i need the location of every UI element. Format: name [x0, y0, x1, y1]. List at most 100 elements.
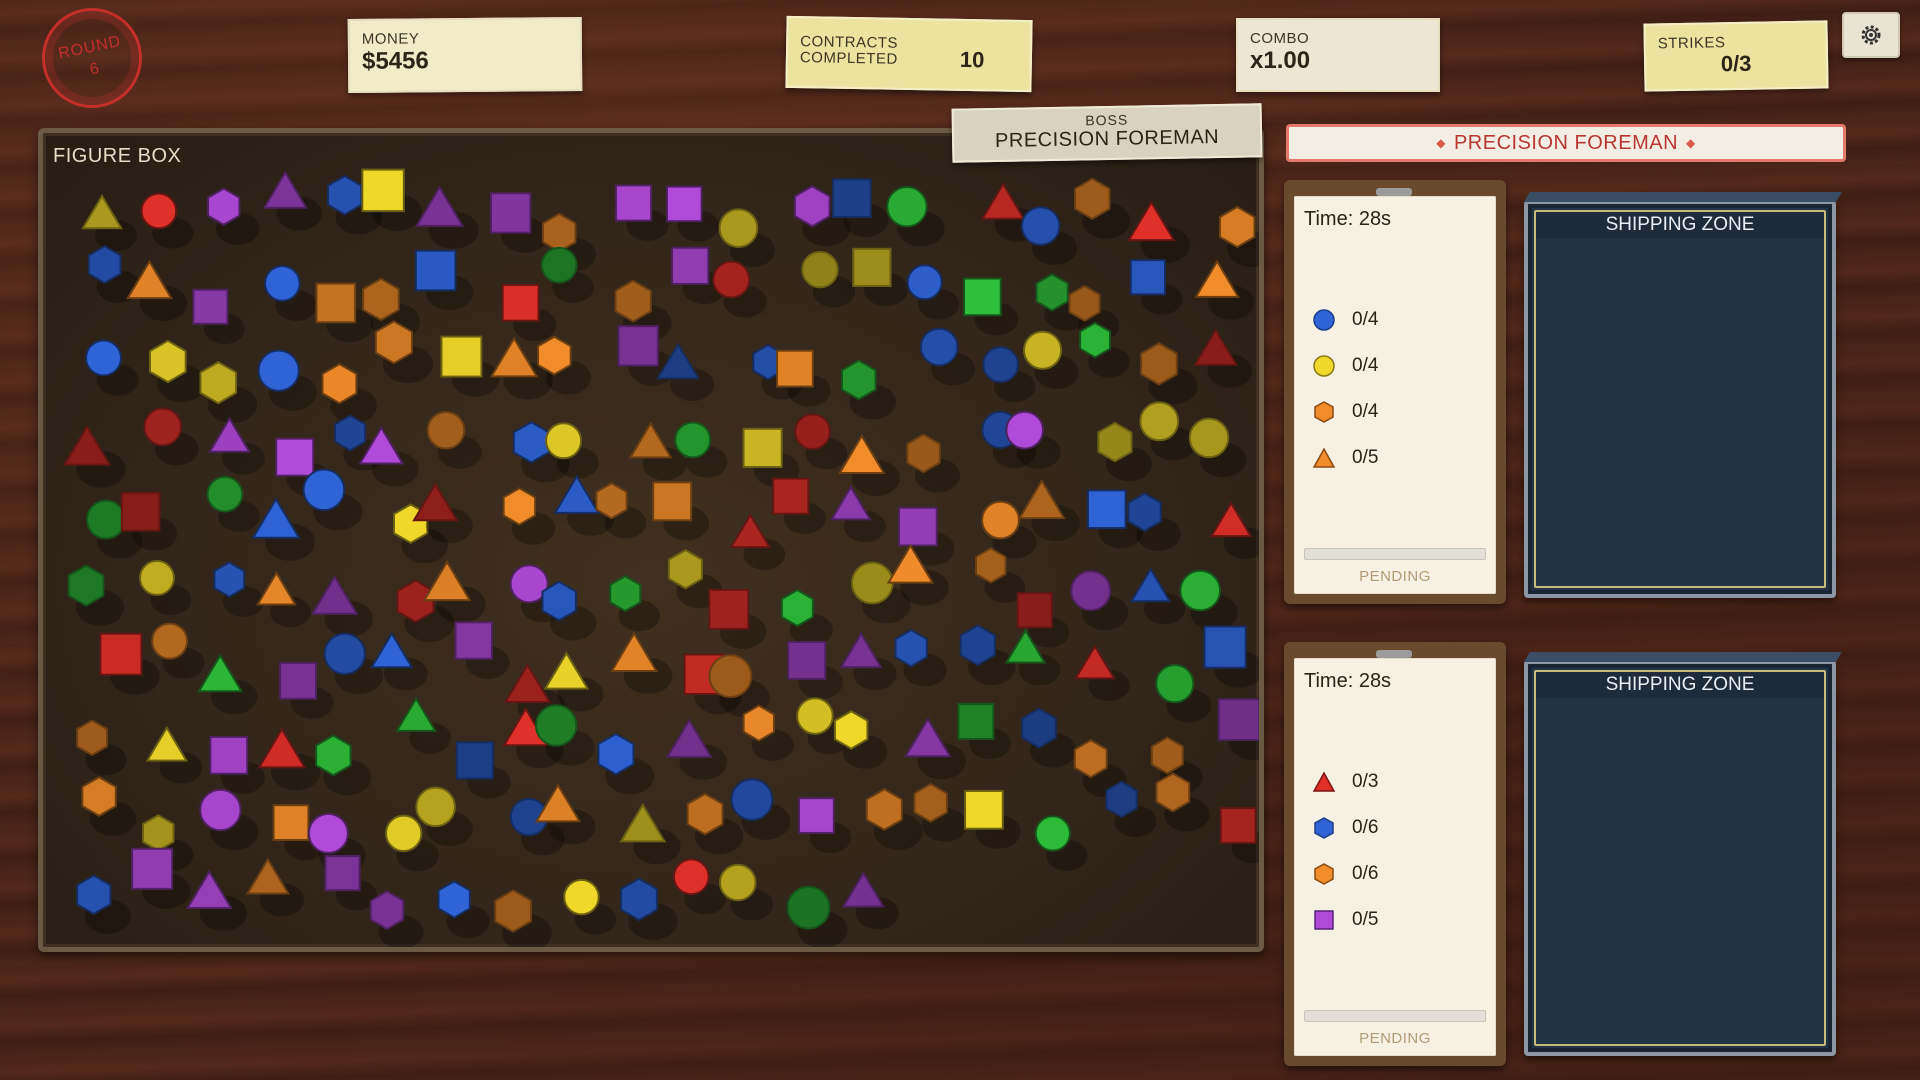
purple-circle-figure[interactable]	[1070, 570, 1112, 612]
yellow-circle-figure[interactable]	[545, 422, 583, 460]
yellow-hexagon-figure[interactable]	[833, 710, 869, 750]
blue-square-figure[interactable]	[455, 741, 494, 780]
green-circle-figure[interactable]	[540, 246, 578, 284]
purple-square-figure[interactable]	[665, 185, 703, 223]
yellow-circle-figure[interactable]	[718, 208, 759, 248]
blue-hexagon-figure[interactable]	[76, 874, 112, 916]
blue-hexagon-figure[interactable]	[597, 732, 635, 776]
yellow-hexagon-figure[interactable]	[142, 814, 175, 852]
yellow-circle-figure[interactable]	[801, 251, 839, 289]
orange-square-figure[interactable]	[315, 282, 357, 324]
green-square-figure[interactable]	[963, 277, 1002, 317]
blue-square-figure[interactable]	[832, 178, 872, 219]
blue-circle-figure[interactable]	[85, 339, 123, 377]
purple-hexagon-figure[interactable]	[207, 187, 241, 226]
blue-hexagon-figure[interactable]	[541, 580, 577, 622]
purple-triangle-figure[interactable]	[208, 416, 252, 453]
orange-hexagon-figure[interactable]	[1218, 205, 1256, 249]
yellow-circle-figure[interactable]	[384, 814, 423, 853]
purple-triangle-figure[interactable]	[839, 631, 883, 669]
purple-square-figure[interactable]	[209, 735, 249, 775]
orange-square-figure[interactable]	[776, 349, 814, 388]
purple-square-figure[interactable]	[324, 855, 361, 892]
blue-circle-figure[interactable]	[730, 778, 774, 821]
orange-hexagon-figure[interactable]	[537, 335, 572, 376]
blue-square-figure[interactable]	[1203, 625, 1247, 669]
red-triangle-figure[interactable]	[1193, 328, 1238, 366]
orange-hexagon-figure[interactable]	[76, 719, 108, 757]
yellow-square-figure[interactable]	[440, 335, 483, 378]
green-circle-figure[interactable]	[85, 499, 126, 540]
green-circle-figure[interactable]	[1155, 664, 1195, 704]
red-triangle-figure[interactable]	[980, 182, 1026, 220]
figure-pile[interactable]	[43, 133, 1259, 947]
green-circle-figure[interactable]	[1179, 569, 1222, 612]
purple-triangle-figure[interactable]	[310, 574, 359, 615]
orange-hexagon-figure[interactable]	[81, 776, 117, 817]
green-hexagon-figure[interactable]	[1035, 273, 1069, 312]
red-triangle-figure[interactable]	[412, 482, 459, 522]
orange-triangle-figure[interactable]	[245, 857, 290, 895]
yellow-triangle-figure[interactable]	[543, 651, 590, 690]
orange-hexagon-figure[interactable]	[1155, 772, 1191, 813]
purple-square-figure[interactable]	[671, 246, 710, 285]
purple-hexagon-figure[interactable]	[369, 890, 405, 931]
green-hexagon-figure[interactable]	[315, 734, 352, 777]
purple-circle-figure[interactable]	[199, 788, 242, 832]
purple-triangle-figure[interactable]	[185, 869, 233, 910]
red-square-figure[interactable]	[120, 491, 161, 532]
red-triangle-figure[interactable]	[257, 727, 307, 769]
blue-circle-figure[interactable]	[257, 349, 300, 392]
orange-hexagon-figure[interactable]	[1150, 736, 1184, 775]
orange-triangle-figure[interactable]	[610, 631, 659, 673]
orange-hexagon-figure[interactable]	[906, 433, 941, 474]
contract-card-1[interactable]: Time: 28s 0/4 0/4 0/4 0/5 PENDING	[1284, 180, 1506, 604]
orange-circle-figure[interactable]	[426, 410, 466, 450]
orange-hexagon-figure[interactable]	[913, 782, 948, 823]
orange-triangle-figure[interactable]	[534, 783, 582, 823]
red-triangle-figure[interactable]	[1209, 501, 1253, 538]
orange-triangle-figure[interactable]	[1017, 478, 1066, 520]
yellow-triangle-figure[interactable]	[619, 802, 667, 843]
green-circle-figure[interactable]	[534, 704, 578, 747]
blue-hexagon-figure[interactable]	[894, 628, 928, 668]
yellow-square-figure[interactable]	[964, 789, 1004, 830]
green-hexagon-figure[interactable]	[841, 359, 877, 401]
purple-square-figure[interactable]	[192, 288, 229, 325]
yellow-triangle-figure[interactable]	[145, 725, 189, 762]
orange-hexagon-figure[interactable]	[614, 279, 652, 323]
blue-triangle-figure[interactable]	[369, 631, 414, 669]
purple-triangle-figure[interactable]	[904, 717, 952, 758]
red-circle-figure[interactable]	[672, 858, 710, 896]
orange-hexagon-figure[interactable]	[542, 212, 577, 253]
green-circle-figure[interactable]	[206, 475, 244, 513]
yellow-circle-figure[interactable]	[1188, 417, 1230, 459]
blue-hexagon-figure[interactable]	[1105, 780, 1138, 818]
orange-hexagon-figure[interactable]	[502, 487, 537, 526]
orange-hexagon-figure[interactable]	[494, 889, 532, 933]
orange-square-figure[interactable]	[652, 481, 693, 522]
orange-hexagon-figure[interactable]	[321, 362, 358, 405]
orange-triangle-figure[interactable]	[628, 421, 673, 459]
orange-circle-figure[interactable]	[151, 622, 189, 660]
purple-triangle-figure[interactable]	[414, 185, 465, 227]
red-square-figure[interactable]	[99, 632, 143, 676]
orange-hexagon-figure[interactable]	[1073, 739, 1108, 779]
green-hexagon-figure[interactable]	[609, 575, 642, 613]
purple-square-figure[interactable]	[275, 437, 315, 477]
green-hexagon-figure[interactable]	[780, 588, 814, 628]
blue-hexagon-figure[interactable]	[87, 245, 122, 285]
figure-box[interactable]: FIGURE BOX	[38, 128, 1264, 952]
blue-circle-figure[interactable]	[919, 327, 959, 367]
orange-hexagon-figure[interactable]	[742, 704, 775, 742]
yellow-hexagon-figure[interactable]	[149, 339, 187, 384]
orange-square-figure[interactable]	[272, 804, 310, 842]
orange-triangle-figure[interactable]	[1194, 259, 1240, 298]
orange-hexagon-figure[interactable]	[1068, 284, 1101, 322]
red-circle-figure[interactable]	[143, 407, 183, 447]
orange-triangle-figure[interactable]	[422, 559, 472, 602]
yellow-circle-figure[interactable]	[796, 697, 834, 735]
purple-hexagon-figure[interactable]	[793, 185, 831, 228]
orange-triangle-figure[interactable]	[255, 570, 297, 606]
red-square-figure[interactable]	[501, 283, 540, 322]
